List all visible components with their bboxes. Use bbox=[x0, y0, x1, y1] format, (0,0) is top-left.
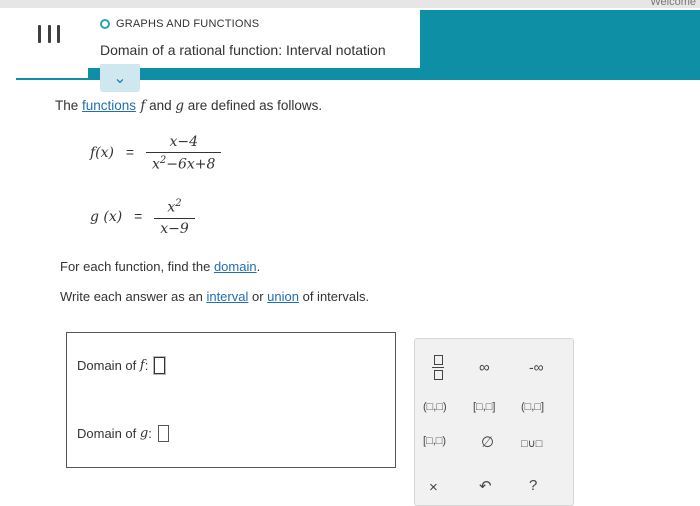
fraction-button[interactable] bbox=[431, 355, 445, 385]
f-fraction: x−4 x2−6x+8 bbox=[145, 134, 222, 173]
interval-link[interactable]: interval bbox=[206, 289, 248, 304]
domain-link[interactable]: domain bbox=[214, 259, 257, 274]
open-open-interval-button[interactable]: (□,□) bbox=[423, 401, 447, 413]
empty-set-button[interactable]: ∅ bbox=[481, 433, 494, 451]
undo-icon[interactable]: ↶ bbox=[479, 477, 492, 495]
closed-closed-interval-button[interactable]: [□,□] bbox=[473, 401, 495, 413]
domain-g-row: Domain of g : bbox=[77, 425, 169, 442]
f-symbol: f bbox=[136, 98, 146, 114]
closed-open-interval-button[interactable]: [□,□) bbox=[423, 435, 446, 447]
progress-circle-icon bbox=[100, 19, 110, 29]
union-link[interactable]: union bbox=[267, 289, 299, 304]
help-icon[interactable]: ? bbox=[529, 477, 537, 494]
menu-icon[interactable] bbox=[38, 25, 60, 43]
domain-f-input[interactable] bbox=[154, 357, 166, 374]
instruction-domain: For each function, find the domain. bbox=[60, 259, 261, 274]
union-button[interactable]: □∪□ bbox=[521, 437, 542, 450]
f-equation: f(x) = x−4 x2−6x+8 bbox=[90, 134, 222, 173]
g-equation: g (x) = x2 x−9 bbox=[90, 198, 195, 237]
instruction-intervals: Write each answer as an interval or unio… bbox=[60, 289, 370, 304]
chevron-down-icon[interactable]: ⌄ bbox=[100, 64, 140, 92]
top-strip bbox=[0, 0, 700, 8]
domain-f-row: Domain of f : bbox=[77, 357, 166, 374]
welcome-text: Welcome bbox=[650, 0, 696, 8]
g-symbol: g bbox=[175, 98, 185, 114]
g-fraction: x2 x−9 bbox=[154, 198, 195, 237]
domain-g-input[interactable] bbox=[157, 425, 169, 442]
math-palette: ∞ -∞ (□,□) [□,□] (□,□] [□,□) ∅ □∪□ × ↶ ? bbox=[414, 338, 574, 506]
infinity-button[interactable]: ∞ bbox=[479, 359, 490, 376]
functions-link[interactable]: functions bbox=[82, 98, 136, 113]
problem-intro: The functions f and g are defined as fol… bbox=[55, 98, 323, 114]
category-label: GRAPHS AND FUNCTIONS bbox=[116, 18, 260, 30]
page-title: Domain of a rational function: Interval … bbox=[100, 42, 386, 58]
clear-icon[interactable]: × bbox=[429, 479, 438, 496]
negative-infinity-button[interactable]: -∞ bbox=[529, 359, 544, 375]
answer-panel: Domain of f : Domain of g : bbox=[66, 332, 396, 468]
topic-category: GRAPHS AND FUNCTIONS bbox=[100, 18, 259, 30]
menu-area bbox=[0, 8, 88, 78]
open-closed-interval-button[interactable]: (□,□] bbox=[521, 401, 544, 413]
